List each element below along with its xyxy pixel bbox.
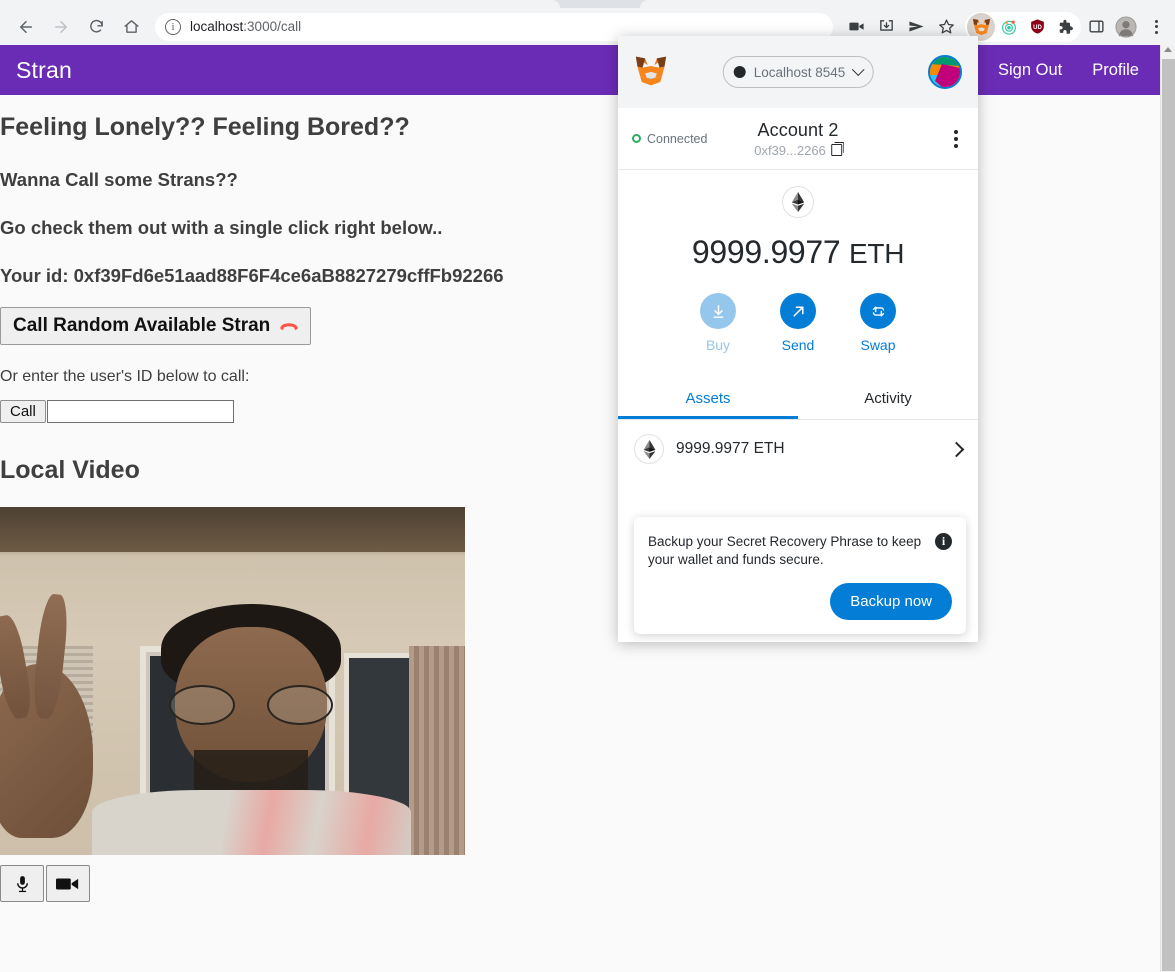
three-dot-menu-icon[interactable] [1141, 12, 1171, 42]
enter-id-label: Or enter the user's ID below to call: [0, 368, 250, 385]
back-arrow-icon[interactable] [10, 11, 42, 43]
network-status-dot [733, 66, 746, 78]
scrollbar-thumb[interactable] [1162, 59, 1175, 971]
url-path: :3000/call [243, 19, 302, 34]
asset-name: 9999.9977 ETH [676, 440, 785, 457]
backup-notification: Backup your Secret Recovery Phrase to ke… [634, 516, 966, 634]
metamask-popup: Localhost 8545 Connected Account 2 0xf39… [618, 36, 978, 642]
list-item[interactable]: 9999.9977 ETH [618, 420, 978, 478]
backup-message: Backup your Secret Recovery Phrase to ke… [648, 533, 922, 567]
site-info-icon[interactable]: i [165, 18, 181, 35]
wallet-actions: Buy Send Swap [618, 293, 978, 353]
metamask-tabs: Assets Activity [618, 377, 978, 420]
forward-arrow-icon[interactable] [45, 11, 77, 43]
web-page: Stran e Sign Out Profile Feeling Lonely?… [0, 45, 1175, 972]
connection-status[interactable]: Connected [632, 132, 707, 146]
network-name: Localhost 8545 [753, 64, 846, 80]
navbar-links: e Sign Out Profile [959, 61, 1159, 80]
chevron-down-icon [851, 62, 865, 76]
brand-title[interactable]: Stran [16, 57, 72, 84]
page-heading: Feeling Lonely?? Feeling Bored?? [0, 113, 410, 141]
nav-link-profile[interactable]: Profile [1092, 61, 1139, 80]
buy-label: Buy [705, 337, 731, 353]
puzzle-extensions-icon[interactable] [1051, 13, 1079, 41]
connected-dot-icon [632, 134, 641, 143]
send-label: Send [781, 337, 815, 353]
local-video-preview[interactable] [0, 507, 465, 855]
balance-unit: ETH [849, 238, 905, 269]
address-bar-text: localhost:3000/call [190, 19, 301, 34]
home-icon[interactable] [115, 11, 147, 43]
backup-now-button[interactable]: Backup now [830, 583, 952, 620]
page-content: Feeling Lonely?? Feeling Bored?? Wanna C… [0, 95, 1175, 902]
call-button[interactable]: Call [0, 400, 46, 423]
swap-action[interactable]: Swap [860, 293, 896, 353]
account-name[interactable]: Account 2 [754, 120, 842, 141]
ethereum-icon [634, 434, 664, 464]
video-controls [0, 865, 1175, 902]
metamask-header: Localhost 8545 [618, 36, 978, 108]
swap-arrows-icon [860, 293, 896, 329]
call-id-input[interactable] [46, 400, 234, 423]
browser-tab[interactable] [0, 0, 560, 8]
chevron-right-icon[interactable] [948, 441, 965, 457]
microphone-icon[interactable] [0, 865, 44, 902]
camera-icon[interactable] [46, 865, 90, 902]
swap-label: Swap [860, 337, 896, 353]
asset-list: 9999.9977 ETH Backup your Secret Recover… [618, 420, 978, 642]
reload-icon[interactable] [80, 11, 112, 43]
buy-action[interactable]: Buy [700, 293, 736, 353]
call-form: Call [0, 400, 1175, 423]
tab-assets[interactable]: Assets [618, 377, 798, 419]
side-panel-icon[interactable] [1081, 12, 1111, 42]
network-selector[interactable]: Localhost 8545 [722, 56, 874, 88]
balance-value: 9999.9977 [691, 234, 841, 270]
account-avatar-icon[interactable] [928, 55, 962, 89]
site-navbar: Stran e Sign Out Profile [0, 45, 1175, 95]
account-options-menu-icon[interactable] [948, 124, 964, 154]
balance-section: 9999.9977 ETH [618, 170, 978, 271]
connection-status-label: Connected [647, 131, 708, 146]
account-info: Account 2 0xf39...2266 [754, 120, 844, 158]
ethereum-icon [782, 186, 814, 218]
browser-chrome: i localhost:3000/call UD [0, 0, 1175, 45]
account-address[interactable]: 0xf39...2266 [754, 142, 844, 158]
call-random-button[interactable]: Call Random Available Stran [0, 307, 312, 345]
copy-icon[interactable] [830, 142, 844, 156]
your-id-text: Your id: 0xf39Fd6e51aad88F6F4ce6aB882727… [0, 265, 504, 286]
telephone-receiver-icon [278, 317, 300, 336]
local-video-title: Local Video [0, 456, 140, 484]
browser-toolbar: i localhost:3000/call UD [0, 8, 1175, 45]
browser-tab-secondary[interactable] [640, 0, 1175, 8]
page-scrollbar[interactable] [1160, 45, 1175, 972]
metamask-fox-icon[interactable] [634, 55, 668, 89]
send-action[interactable]: Send [780, 293, 816, 353]
arrow-up-right-icon [780, 293, 816, 329]
tab-strip [0, 0, 1175, 8]
subheading-1: Wanna Call some Strans?? [0, 169, 238, 190]
download-arrow-icon [700, 293, 736, 329]
target-rings-icon[interactable] [995, 13, 1023, 41]
metamask-account-bar: Connected Account 2 0xf39...2266 [618, 108, 978, 170]
tab-activity[interactable]: Activity [798, 377, 978, 419]
svg-text:UD: UD [1033, 25, 1042, 31]
info-icon[interactable]: i [935, 532, 952, 550]
call-random-label: Call Random Available Stran [13, 315, 271, 336]
ublock-shield-icon[interactable]: UD [1023, 13, 1051, 41]
scroll-up-arrow-icon[interactable] [1164, 47, 1172, 52]
balance-amount: 9999.9977 ETH [618, 234, 978, 271]
nav-link-sign-out[interactable]: Sign Out [998, 61, 1062, 80]
url-host: localhost [190, 19, 244, 34]
account-address-text: 0xf39...2266 [754, 142, 826, 158]
extensions-pill: UD [965, 11, 1081, 42]
subheading-2: Go check them out with a single click ri… [0, 217, 443, 238]
profile-avatar-icon[interactable] [1111, 12, 1141, 42]
